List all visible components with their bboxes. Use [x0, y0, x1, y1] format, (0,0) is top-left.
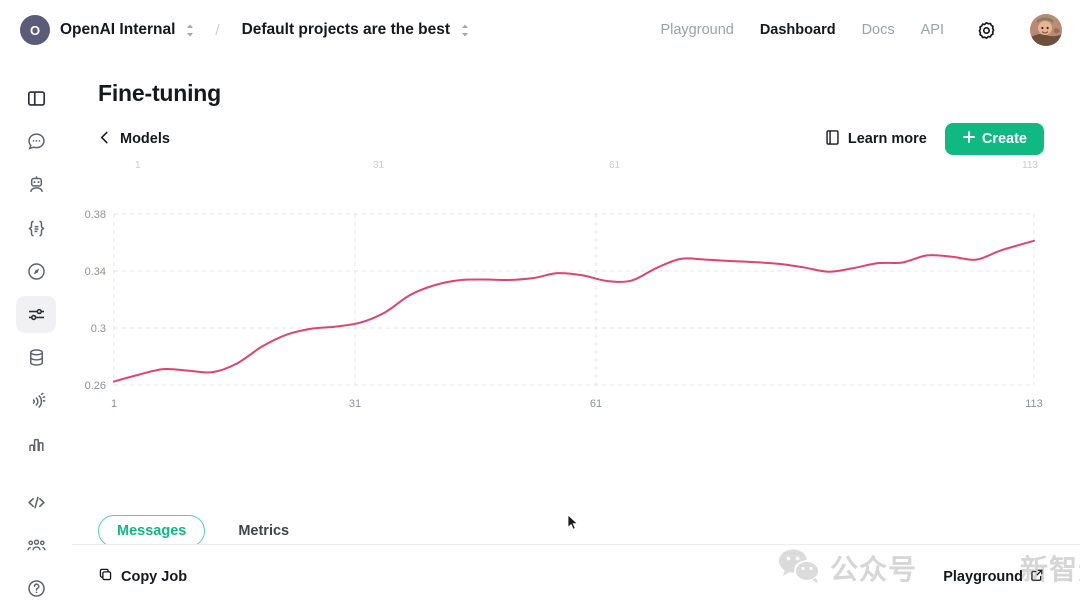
sidebar-item-assistants[interactable]	[16, 166, 56, 203]
org-avatar[interactable]: O	[20, 15, 50, 45]
learn-more-button[interactable]: Learn more	[825, 129, 927, 150]
external-link-icon	[1030, 568, 1044, 586]
nav-link-docs[interactable]: Docs	[862, 22, 895, 38]
tab-metrics[interactable]: Metrics	[219, 515, 309, 547]
sidebar-item-explore[interactable]	[16, 253, 56, 290]
nav-link-dashboard[interactable]: Dashboard	[760, 22, 836, 38]
ytick-label-0.34: 0.34	[85, 266, 106, 278]
sidebar-item-completions[interactable]	[16, 210, 56, 247]
back-link-label: Models	[120, 131, 170, 147]
tab-messages[interactable]: Messages	[98, 515, 206, 547]
sidebar-item-community[interactable]	[16, 527, 56, 564]
ytick-label-0.38: 0.38	[85, 209, 106, 221]
metrics-chart-panel: 1 31 61 113 0.38 0.34 0.3 0.26 1 31 61 1…	[72, 155, 1080, 495]
bottom-action-bar: Copy Job Playground	[72, 544, 1080, 608]
chevron-left-icon	[98, 130, 111, 149]
code-brackets-icon	[26, 492, 47, 513]
top-navigation-bar: O OpenAI Internal / Default projects are…	[0, 0, 1080, 60]
xtick-label-61: 61	[590, 398, 602, 410]
audio-waveform-icon	[26, 391, 47, 412]
training-loss-line	[113, 239, 1035, 383]
content-toolbar: Models Learn more Create	[72, 107, 1080, 155]
mouse-cursor	[567, 514, 579, 532]
ytick-label-0.26: 0.26	[85, 380, 106, 392]
avatar[interactable]	[1030, 14, 1062, 46]
sidebar-item-code[interactable]	[16, 484, 56, 521]
copy-job-button[interactable]: Copy Job	[98, 567, 187, 586]
left-sidebar-rail	[0, 60, 72, 608]
playground-button[interactable]: Playground	[943, 568, 1044, 586]
nav-link-playground[interactable]: Playground	[660, 22, 733, 38]
training-loss-line-chart[interactable]: 0.38 0.34 0.3 0.26 1 31 61 113	[72, 185, 1080, 465]
nav-link-api[interactable]: API	[921, 22, 944, 38]
breadcrumb: O OpenAI Internal / Default projects are…	[20, 15, 470, 45]
sidebar-item-fine-tuning[interactable]	[16, 296, 56, 333]
back-to-models-link[interactable]: Models	[98, 130, 170, 149]
book-icon	[825, 129, 840, 150]
top-nav-links: Playground Dashboard Docs API	[660, 14, 1062, 46]
copy-icon	[98, 567, 113, 586]
xtick-label-1: 1	[111, 398, 117, 410]
chat-bubble-icon	[26, 131, 47, 152]
compass-icon	[26, 261, 47, 282]
sidebar-item-audio[interactable]	[16, 383, 56, 420]
project-switcher-chevron-icon[interactable]	[460, 23, 470, 38]
ghost-xtick-113: 113	[1022, 160, 1038, 171]
page-title: Fine-tuning	[98, 80, 221, 106]
people-icon	[26, 535, 47, 556]
project-name[interactable]: Default projects are the best	[242, 21, 450, 39]
copy-job-label: Copy Job	[121, 568, 188, 585]
json-braces-icon	[26, 218, 47, 239]
detail-tabs: Messages Metrics	[98, 515, 309, 547]
sliders-icon	[26, 304, 47, 325]
ghost-xtick-61: 61	[609, 160, 621, 171]
gear-icon[interactable]	[974, 18, 998, 42]
sidebar-item-sidebar-toggle[interactable]	[16, 80, 56, 117]
assistants-robot-icon	[26, 174, 47, 195]
ghost-xtick-1: 1	[135, 160, 141, 171]
xtick-label-113: 113	[1025, 398, 1043, 410]
toolbar-actions: Learn more Create	[825, 123, 1044, 155]
create-button[interactable]: Create	[944, 123, 1044, 155]
ghost-xtick-31: 31	[373, 160, 385, 171]
org-name[interactable]: OpenAI Internal	[60, 21, 175, 39]
app-window: O OpenAI Internal / Default projects are…	[0, 0, 1080, 608]
plus-icon	[962, 130, 976, 148]
create-button-label: Create	[981, 131, 1027, 147]
learn-more-label: Learn more	[847, 131, 927, 147]
org-switcher-chevron-icon[interactable]	[185, 23, 195, 38]
breadcrumb-separator: /	[215, 21, 220, 39]
ytick-label-0.3: 0.3	[91, 323, 106, 335]
bar-chart-icon	[26, 434, 47, 455]
sidebar-item-chat[interactable]	[16, 123, 56, 160]
playground-label: Playground	[943, 568, 1023, 585]
database-icon	[26, 347, 47, 368]
panel-toggle-icon	[26, 88, 47, 109]
xtick-label-31: 31	[349, 398, 361, 410]
help-circle-icon	[26, 578, 47, 599]
clipped-chart-above: 1 31 61 113	[72, 155, 1080, 185]
sidebar-item-usage[interactable]	[16, 426, 56, 463]
sidebar-item-storage[interactable]	[16, 339, 56, 376]
sidebar-item-help[interactable]	[16, 570, 56, 607]
